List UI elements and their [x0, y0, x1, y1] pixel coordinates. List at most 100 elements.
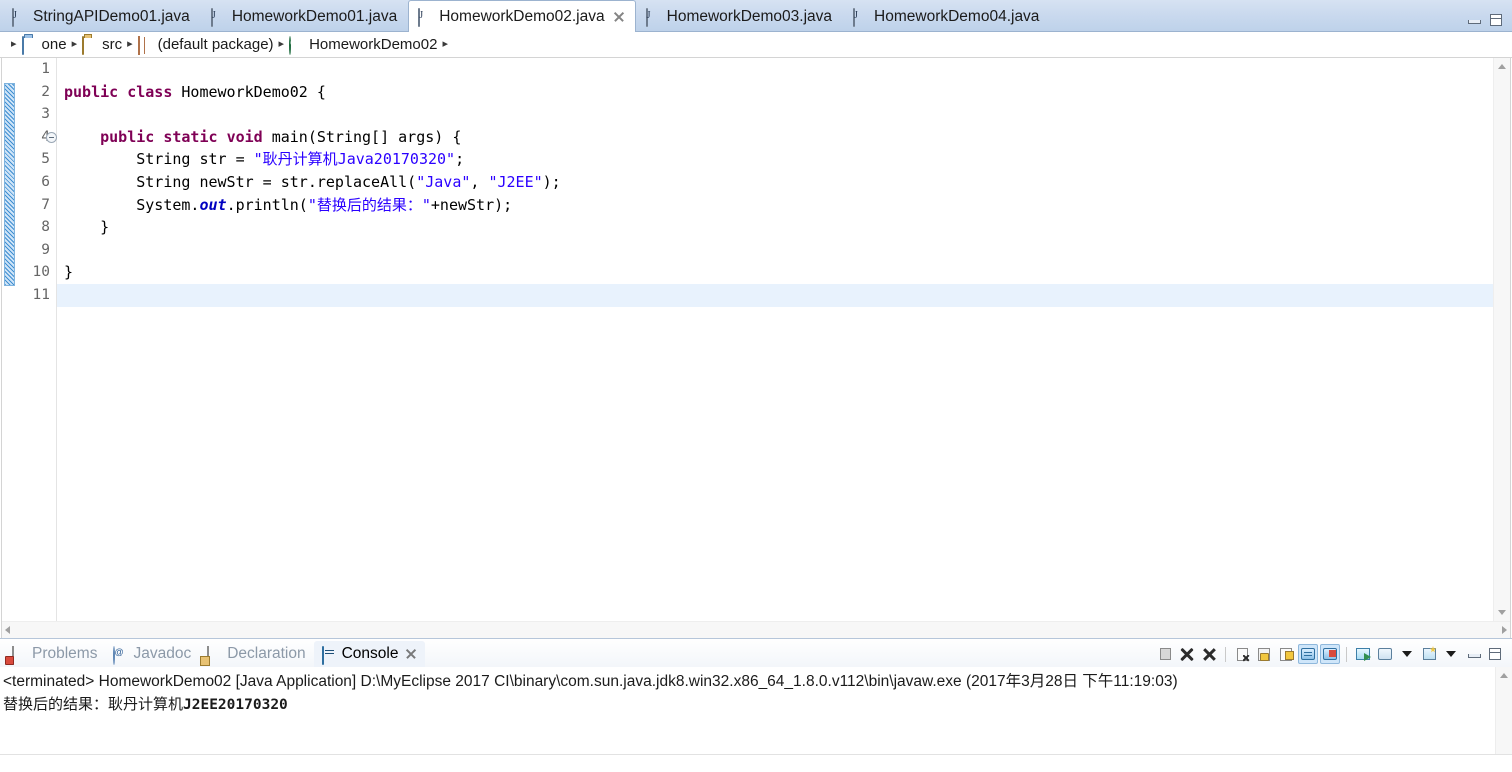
view-tab-problems[interactable]: Problems: [4, 641, 105, 667]
editor-tab-close-icon[interactable]: [612, 10, 625, 23]
line-number: 11: [32, 286, 50, 303]
maximize-icon[interactable]: [1490, 14, 1502, 26]
breadcrumb-item-label: one: [41, 36, 67, 53]
editor-horizontal-scrollbar[interactable]: [2, 621, 1510, 638]
breadcrumb-item-label: src: [102, 36, 123, 53]
remove-all-xx-icon: [1202, 647, 1217, 661]
scroll-right-arrow-icon[interactable]: [1502, 626, 1507, 634]
editor-inner: 1 2 3 4 5 6 7 8 9 10 11 public class HomeworkDemo0…: [1, 58, 1511, 638]
code-token: ,: [470, 172, 489, 191]
editor-marker-bar[interactable]: [2, 58, 16, 621]
code-token: );: [542, 172, 561, 191]
code-line: }: [64, 216, 1493, 239]
view-tab-console[interactable]: Console: [313, 641, 426, 667]
code-token: "耿丹计算机Java20170320": [253, 150, 456, 169]
package-icon: [137, 35, 154, 55]
remove-launch-button[interactable]: [1177, 644, 1197, 664]
code-fold-collapse-icon[interactable]: [46, 131, 57, 143]
java-file-icon: [645, 8, 661, 27]
breadcrumb-separator-icon: ▸: [127, 38, 133, 50]
toolbar-separator: [1346, 646, 1347, 662]
editor-line-number-ruler: 1 2 3 4 5 6 7 8 9 10 11: [16, 58, 57, 621]
view-tab-javadoc[interactable]: Javadoc: [105, 641, 199, 667]
editor-tab-3[interactable]: HomeworkDemo03.java: [636, 1, 843, 31]
open-console-button[interactable]: [1419, 644, 1439, 664]
pin-console-button[interactable]: [1353, 644, 1373, 664]
open-console-menu[interactable]: [1441, 644, 1461, 664]
code-line: public static void main(String[] args) {: [64, 126, 1493, 149]
code-token: HomeworkDemo02 {: [172, 82, 326, 101]
clear-console-button[interactable]: [1232, 644, 1252, 664]
scroll-up-arrow-icon[interactable]: [1494, 58, 1510, 75]
line-number: 3: [41, 106, 50, 123]
view-tab-declaration[interactable]: Declaration: [199, 641, 313, 667]
console-scroll-up-arrow-icon[interactable]: [1496, 667, 1512, 684]
code-token: out: [199, 195, 227, 214]
editor-tab-1[interactable]: HomeworkDemo01.java: [201, 1, 408, 31]
breadcrumb-separator-icon: ▸: [11, 38, 17, 50]
java-file-icon: [418, 8, 433, 27]
open-console-icon: [1422, 648, 1436, 660]
line-number: 5: [41, 151, 50, 168]
code-token: .println(: [226, 195, 308, 214]
show-console-on-output-button[interactable]: [1298, 644, 1318, 664]
show-console-on-error-button[interactable]: [1320, 644, 1340, 664]
editor-tab-label: HomeworkDemo03.java: [666, 7, 833, 25]
view-tab-close-icon[interactable]: [405, 648, 417, 660]
scroll-left-arrow-icon[interactable]: [5, 626, 10, 634]
editor-tab-2[interactable]: HomeworkDemo02.java: [408, 0, 636, 32]
editor-tab-4[interactable]: HomeworkDemo04.java: [843, 1, 1050, 31]
problems-icon: [12, 645, 27, 665]
bottom-panel: Problems Javadoc Declaration Console <termi…: [0, 638, 1512, 772]
editor-tab-label: HomeworkDemo01.java: [231, 7, 398, 25]
line-number: 1: [41, 61, 50, 77]
terminate-button[interactable]: [1155, 644, 1175, 664]
breadcrumb-item-3[interactable]: HomeworkDemo02: [289, 35, 438, 55]
scroll-down-arrow-icon[interactable]: [1494, 604, 1510, 621]
code-token: main(String[] args) {: [262, 127, 462, 146]
scroll-lock-button[interactable]: [1254, 644, 1274, 664]
source-folder-icon: [82, 35, 98, 55]
editor-tab-0[interactable]: StringAPIDemo01.java: [2, 1, 201, 31]
code-editor-text[interactable]: public class HomeworkDemo02 { public sta…: [57, 58, 1493, 621]
editor-area: 1 2 3 4 5 6 7 8 9 10 11 public class HomeworkDemo0…: [0, 58, 1512, 638]
line-number: 7: [41, 196, 50, 213]
view-tab-label: Console: [341, 645, 399, 662]
code-line: String str = "耿丹计算机Java20170320";: [64, 148, 1493, 171]
display-selected-console-menu[interactable]: [1397, 644, 1417, 664]
toolbar-separator: [1225, 646, 1226, 662]
breadcrumb-item-2[interactable]: (default package): [137, 35, 274, 55]
editor-tab-label: HomeworkDemo02.java: [439, 7, 605, 25]
minimize-panel-button[interactable]: [1463, 644, 1483, 664]
remove-all-terminated-button[interactable]: [1199, 644, 1219, 664]
console-output[interactable]: <terminated> HomeworkDemo02 [Java Applic…: [0, 667, 1495, 754]
java-file-icon: [12, 8, 27, 27]
console-vertical-scrollbar[interactable]: [1495, 667, 1512, 754]
word-wrap-icon: [1280, 647, 1294, 661]
declaration-icon: [207, 645, 222, 665]
maximize-panel-button[interactable]: [1485, 644, 1505, 664]
line-number: 8: [41, 219, 50, 236]
clear-console-icon: [1236, 647, 1248, 661]
show-console-output-icon: [1301, 648, 1315, 660]
remove-x-icon: [1180, 647, 1194, 661]
display-selected-console-button[interactable]: [1375, 644, 1395, 664]
word-wrap-button[interactable]: [1276, 644, 1296, 664]
pin-console-icon: [1356, 648, 1371, 661]
code-token: System.: [64, 195, 200, 214]
breadcrumb-item-label: HomeworkDemo02: [309, 36, 438, 53]
breadcrumb-item-0[interactable]: one: [21, 35, 67, 55]
breadcrumb-item-1[interactable]: src: [82, 35, 123, 55]
code-line: public class HomeworkDemo02 {: [64, 81, 1493, 104]
code-token: String str =: [64, 150, 254, 169]
editor-tab-label: StringAPIDemo01.java: [33, 7, 190, 25]
editor-vertical-scrollbar[interactable]: [1493, 58, 1510, 621]
minimize-icon[interactable]: [1467, 15, 1481, 25]
code-line: String newStr = str.replaceAll("Java", "…: [64, 171, 1493, 194]
display-console-icon: [1378, 648, 1392, 660]
